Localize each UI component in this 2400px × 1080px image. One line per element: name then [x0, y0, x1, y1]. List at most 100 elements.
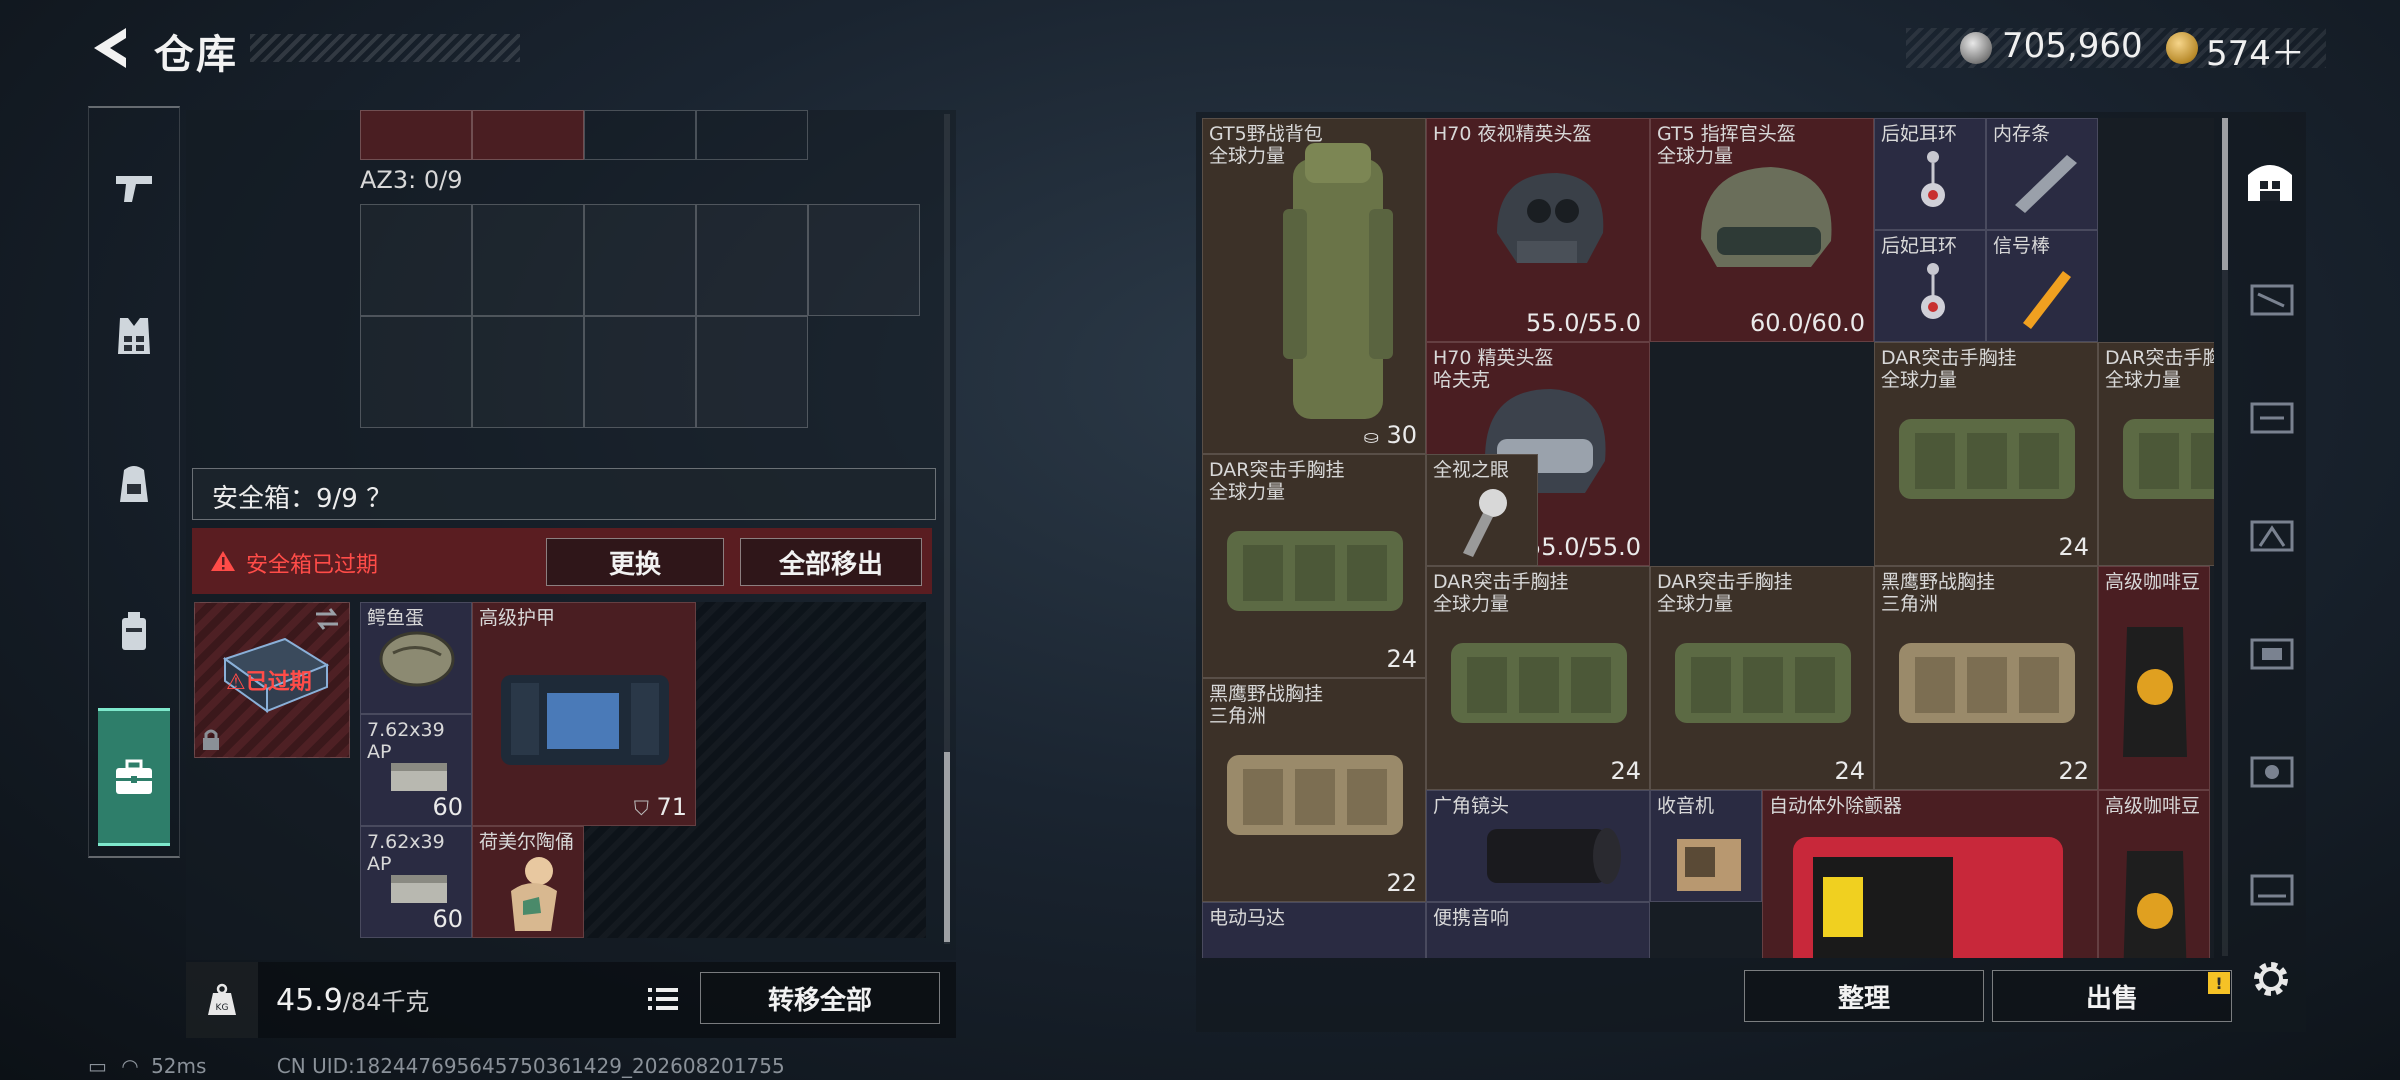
nav-pouch-button[interactable] [96, 594, 172, 670]
weight-button[interactable]: KG [186, 962, 258, 1038]
swap-arrows-icon[interactable] [312, 606, 342, 632]
item-name: 后妃耳环 [1881, 235, 1958, 257]
stash-item[interactable]: 后妃耳环 [1874, 118, 1986, 230]
stash-item[interactable]: 自动体外除颤器 [1762, 790, 2098, 958]
stash-item[interactable]: 信号棒 [1986, 230, 2098, 342]
stash-tab-icon [2250, 284, 2294, 316]
settings-button[interactable] [2244, 952, 2298, 1006]
stash-tab-4[interactable] [2240, 622, 2300, 682]
grid-cell[interactable] [360, 204, 472, 316]
silver-currency-value: 705,960 [2002, 26, 2143, 66]
safebox-item[interactable]: 鳄鱼蛋 [360, 602, 472, 714]
warehouse-icon [2248, 165, 2292, 201]
stash-item[interactable]: 黑鹰野战胸挂 三角洲 22 [1874, 566, 2098, 790]
stash-tab-1[interactable] [2240, 268, 2300, 328]
list-view-button[interactable] [640, 976, 686, 1022]
item-name: DAR突击手胸挂全球力量 [1657, 571, 1793, 615]
grid-cell[interactable] [584, 316, 696, 428]
swap-button[interactable]: 更换 [546, 538, 724, 586]
stash-tab-icon [2250, 756, 2294, 788]
warning-icon [211, 551, 235, 571]
grid-cell[interactable] [696, 316, 808, 428]
svg-text:KG: KG [216, 1003, 229, 1013]
weight-kg-icon: KG [208, 983, 236, 1015]
stash-item[interactable]: 广角镜头 [1426, 790, 1650, 902]
item-count-text: 30 [1386, 421, 1417, 449]
stash-item[interactable]: DAR突击手胸挂全球力量 24 [1650, 566, 1874, 790]
grid-cell[interactable] [472, 204, 584, 316]
stash-item[interactable]: DAR突击手胸挂全球力量 24 [1202, 454, 1426, 678]
move-all-out-button[interactable]: 全部移出 [740, 538, 922, 586]
stash-item[interactable]: 电动马达 [1202, 902, 1426, 958]
stash-tab-all[interactable] [2240, 150, 2300, 210]
stash-item[interactable]: GT5 指挥官头盔 全球力量 60.0/60.0 [1650, 118, 1874, 342]
earring-image [1921, 263, 1945, 319]
stash-grid: GT5野战背包 全球力量 ⛀ 30 H70 夜视精英头盔 55.0/55.0 GT… [1202, 118, 2214, 958]
safebox-item[interactable]: 高级护甲 ⛉ 71 [472, 602, 696, 826]
stash-item[interactable]: 黑鹰野战胸挂 三角洲 22 [1202, 678, 1426, 902]
container-cell[interactable] [360, 110, 472, 160]
safebox-item[interactable]: 荷美尔陶俑 [472, 826, 584, 938]
item-count: 60 [432, 793, 463, 821]
container-cell[interactable] [696, 110, 808, 160]
stash-item[interactable]: 收音机 [1650, 790, 1762, 902]
safebox-item[interactable]: 7.62x39 AP 60 [360, 714, 472, 826]
stash-item[interactable]: 内存条 [1986, 118, 2098, 230]
ping-value: 52ms [151, 1054, 207, 1078]
stash-tab-6[interactable] [2240, 858, 2300, 918]
container-cell[interactable] [472, 110, 584, 160]
container-scrollbar-thumb[interactable] [944, 752, 950, 942]
grid-cell[interactable] [696, 204, 808, 316]
item-name: 高级咖啡豆 [2105, 571, 2201, 593]
stash-item[interactable]: 高级咖啡豆 [2098, 566, 2210, 790]
nav-weapon-button[interactable] [96, 150, 172, 226]
stash-tab-5[interactable] [2240, 740, 2300, 800]
stash-tab-2[interactable] [2240, 386, 2300, 446]
defibrillator-image [1793, 837, 2063, 958]
stash-item[interactable]: H70 夜视精英头盔 55.0/55.0 [1426, 118, 1650, 342]
gold-currency-value[interactable]: 574＋ [2206, 26, 2305, 75]
safebox-capacity-label[interactable]: 安全箱：9/9 ？ [212, 478, 392, 515]
grid-cell[interactable] [584, 204, 696, 316]
stash-item[interactable]: 便携音响 [1426, 902, 1650, 958]
item-count: ⛀ 30 [1364, 421, 1417, 449]
stash-tab-icon [2250, 520, 2294, 552]
pistol-icon [116, 176, 152, 202]
earring-image [1921, 151, 1945, 207]
sell-button[interactable]: 出售 [1992, 970, 2232, 1022]
item-name: H70 夜视精英头盔 [1433, 123, 1592, 145]
chest-rig-image [1899, 643, 2075, 723]
stash-item[interactable]: DAR突击手胸挂全球力量 24 [2098, 342, 2214, 566]
nav-vest-button[interactable] [96, 298, 172, 374]
ram-stick-image [2015, 155, 2077, 213]
container-cell[interactable] [584, 110, 696, 160]
stash-item[interactable]: DAR突击手胸挂全球力量 24 [1426, 566, 1650, 790]
stash-item[interactable]: DAR突击手胸挂全球力量 24 [1874, 342, 2098, 566]
grid-cell[interactable] [472, 316, 584, 428]
safebox-expired-warning: 安全箱已过期 [246, 553, 379, 578]
stash-tab-3[interactable] [2240, 504, 2300, 564]
stash-scrollbar-thumb[interactable] [2222, 118, 2228, 270]
item-count: 24 [1834, 757, 1865, 785]
stash-item[interactable]: 后妃耳环 [1874, 230, 1986, 342]
sort-button[interactable]: 整理 [1744, 970, 1984, 1022]
item-name: DAR突击手胸挂全球力量 [1881, 347, 2017, 391]
stash-tab-icon [2250, 638, 2294, 670]
coffee-bag-image [2123, 627, 2187, 757]
stash-item[interactable]: 全视之眼 [1426, 454, 1538, 566]
transfer-all-button[interactable]: 转移全部 [700, 972, 940, 1024]
stash-item[interactable]: 高级咖啡豆 [2098, 790, 2210, 958]
status-line: ▭ ◠ 52ms CN UID:1824476956457503614​29_2… [88, 1054, 785, 1078]
grid-cell[interactable] [360, 316, 472, 428]
chest-rig-image [1899, 419, 2075, 499]
item-name: 黑鹰野战胸挂 三角洲 [1881, 571, 1996, 615]
item-name: 内存条 [1993, 123, 2051, 145]
safebox-item[interactable]: 7.62x39 AP 60 [360, 826, 472, 938]
toolbox-icon [116, 759, 152, 794]
grid-cell[interactable] [808, 204, 920, 316]
nav-stash-button[interactable] [98, 708, 170, 846]
backpack-icon [120, 466, 148, 502]
stash-item[interactable]: GT5野战背包 全球力量 ⛀ 30 [1202, 118, 1426, 454]
nav-backpack-button[interactable] [96, 446, 172, 522]
back-icon[interactable] [86, 22, 132, 74]
